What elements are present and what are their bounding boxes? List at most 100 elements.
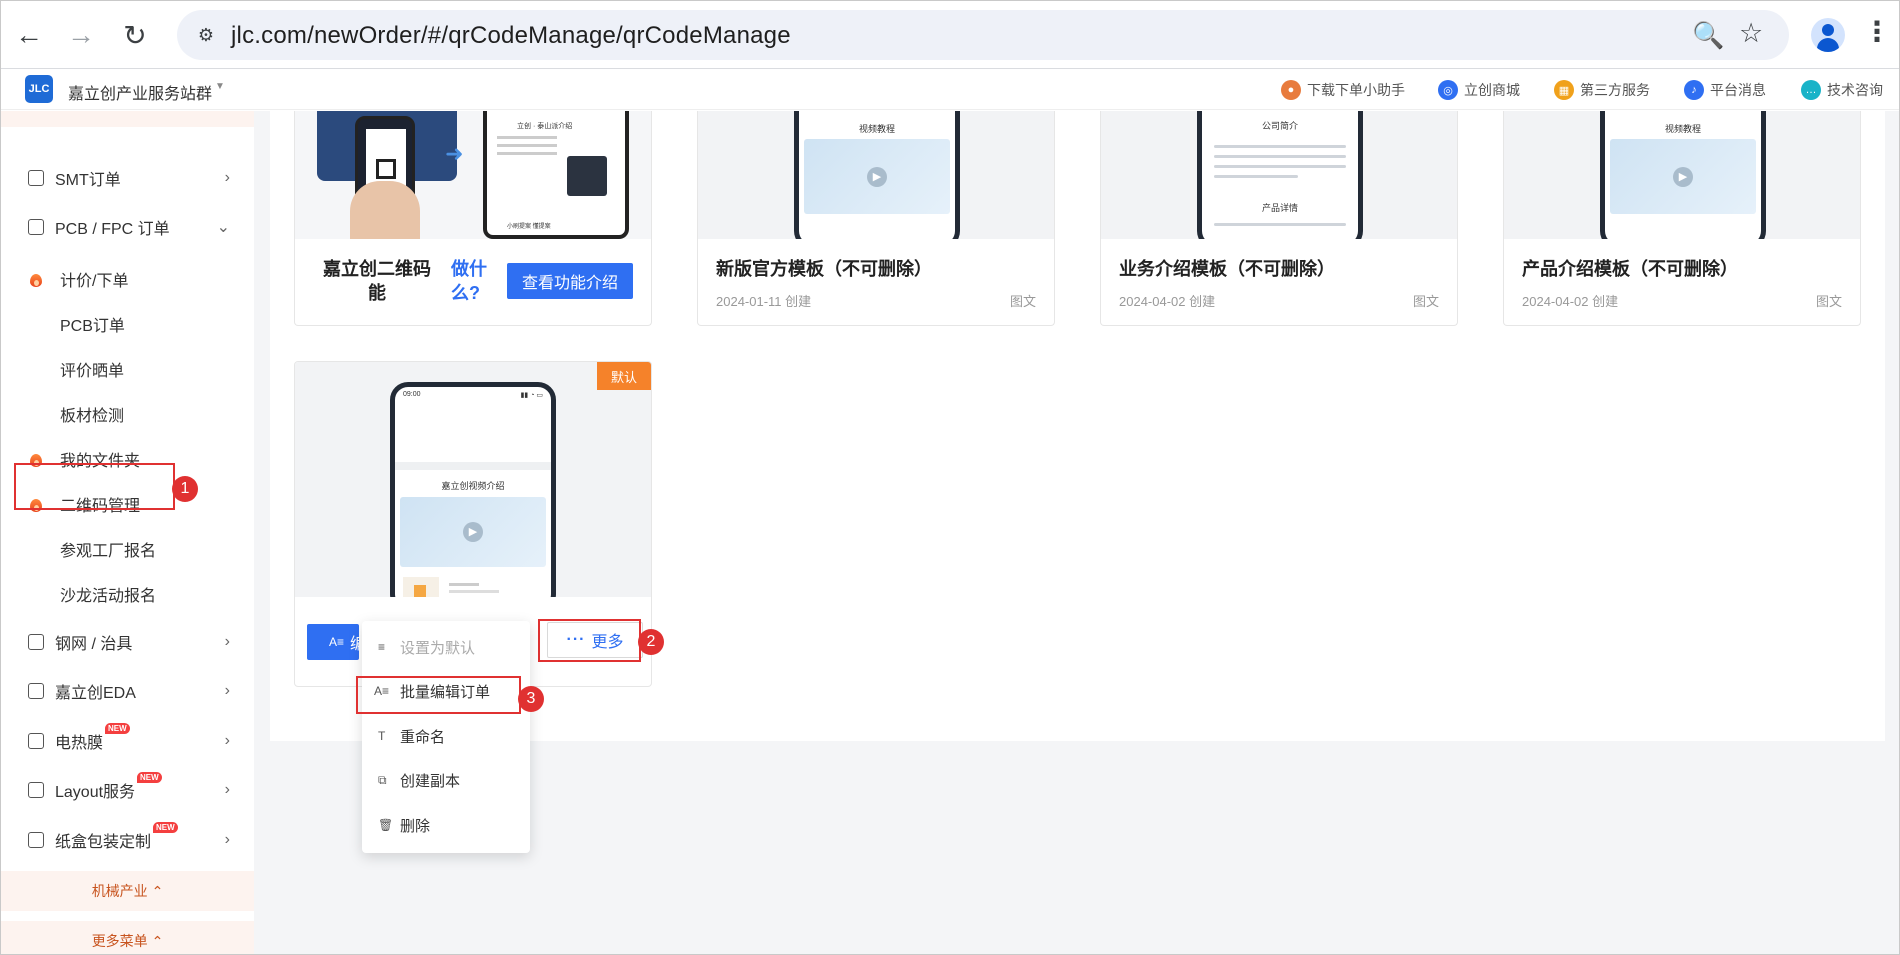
chevron-right-icon: ›: [224, 831, 230, 848]
template-date: 2024-01-11 创建: [716, 294, 812, 309]
sidebar-item-board-inspection[interactable]: 板材检测: [1, 394, 254, 434]
rename-icon: T: [378, 729, 386, 743]
site-settings-icon[interactable]: ⚙: [191, 20, 221, 50]
sidebar-item-heating-film[interactable]: 电热膜 NEW ›: [1, 721, 254, 761]
step-badge: 2: [638, 629, 664, 655]
brand-name[interactable]: 嘉立创产业服务站群: [68, 80, 212, 104]
third-party-link[interactable]: ▦ 第三方服务: [1554, 80, 1650, 100]
chevron-right-icon: ›: [224, 633, 230, 650]
jlc-logo[interactable]: JLC: [25, 75, 53, 103]
template-title: 新版官方模板（不可删除）: [716, 259, 932, 279]
template-type: 图文: [1009, 294, 1036, 309]
template-card[interactable]: 视频教程 新版官方模板（不可删除） 2024-01-11 创建 图文: [697, 111, 1055, 326]
sidebar-item-salon-signup[interactable]: 沙龙活动报名: [1, 574, 254, 614]
smt-icon: [28, 170, 44, 186]
heating-film-icon: [28, 733, 44, 749]
sidebar-item-stencil[interactable]: 钢网 / 治具 ›: [1, 622, 254, 662]
sidebar-item-pcb-orders[interactable]: PCB订单: [1, 304, 254, 344]
assistant-icon: ●: [1281, 80, 1301, 100]
template-type: 图文: [1815, 294, 1842, 309]
edit-button[interactable]: A≡ 编: [307, 624, 366, 660]
address-bar[interactable]: ⚙ jlc.com/newOrder/#/qrCodeManage/qrCode…: [177, 10, 1789, 60]
template-title: 产品介绍模板（不可删除）: [1522, 259, 1738, 279]
sidebar-item-layout[interactable]: Layout服务 NEW ›: [1, 770, 254, 810]
app-header: JLC 嘉立创产业服务站群 ▼ ● 下载下单小助手 ◎ 立创商城 ▦ 第三方服务…: [1, 70, 1899, 110]
menu-item-set-default[interactable]: ≡ 设置为默认: [362, 629, 530, 665]
copy-icon: ⧉: [378, 773, 387, 787]
fire-icon: [29, 271, 43, 287]
more-dropdown-menu: ≡ 设置为默认 A≡ 批量编辑订单 T 重命名 ⧉ 创建副本 🗑 删除: [362, 621, 530, 853]
edit-icon: A≡: [329, 635, 345, 649]
sidebar-item-smt[interactable]: SMT订单 ›: [1, 158, 254, 198]
zoom-icon[interactable]: 🔍: [1692, 20, 1724, 51]
chevron-down-icon[interactable]: ▼: [215, 81, 225, 92]
box-icon: [28, 832, 44, 848]
tech-support-link[interactable]: … 技术咨询: [1801, 80, 1883, 100]
sidebar-band-machinery[interactable]: 机械产业 ⌃: [1, 871, 254, 911]
template-thumbnail: 视频教程: [1504, 111, 1860, 239]
bell-icon: ♪: [1684, 80, 1704, 100]
template-card[interactable]: 视频教程 产品介绍模板（不可删除） 2024-04-02 创建 图文: [1503, 111, 1861, 326]
link-label: 第三方服务: [1580, 82, 1650, 98]
menu-item-delete[interactable]: 🗑 删除: [362, 807, 530, 843]
pcb-icon: [28, 219, 44, 235]
link-label: 立创商城: [1464, 82, 1520, 98]
template-card[interactable]: 公司简介 产品详情 业务介绍模板（不可删除） 2024-04-02 创建 图文: [1100, 111, 1458, 326]
promo-title: 嘉立创二维码能: [323, 259, 431, 303]
new-badge: NEW: [105, 723, 130, 734]
sidebar-item-quote-order[interactable]: 计价/下单: [1, 259, 254, 299]
layout-icon: [28, 782, 44, 798]
eda-icon: [28, 683, 44, 699]
template-type: 图文: [1412, 294, 1439, 309]
step-badge: 3: [518, 686, 544, 712]
grid-icon: ▦: [1554, 80, 1574, 100]
back-icon[interactable]: ←: [9, 15, 49, 55]
sidebar-band-more-menu[interactable]: 更多菜单 ⌃: [1, 921, 254, 954]
new-badge: NEW: [153, 822, 178, 833]
settings-icon: ≡: [378, 640, 386, 654]
new-badge: NEW: [137, 772, 162, 783]
chat-icon: …: [1801, 80, 1821, 100]
sidebar-item-reviews[interactable]: 评价晒单: [1, 349, 254, 389]
step-badge: 1: [172, 476, 198, 502]
link-label: 技术咨询: [1827, 82, 1883, 98]
promo-question: 做什么?: [451, 259, 487, 303]
forward-icon[interactable]: →: [61, 15, 101, 55]
sidebar-item-packaging[interactable]: 纸盒包装定制 NEW ›: [1, 820, 254, 860]
chevron-right-icon: ›: [224, 781, 230, 798]
sidebar-item-pcb-fpc[interactable]: PCB / FPC 订单 ⌄: [1, 207, 254, 247]
chevron-right-icon: ›: [224, 732, 230, 749]
stencil-icon: [28, 634, 44, 650]
sidebar: SMT订单 › PCB / FPC 订单 ⌄ 计价/下单 PCB订单 评价晒单 …: [1, 111, 254, 954]
trash-icon: 🗑: [378, 818, 394, 832]
browser-menu-icon[interactable]: ⋮: [1863, 15, 1891, 48]
bookmark-star-icon[interactable]: ☆: [1739, 18, 1763, 49]
chevron-right-icon: ›: [224, 682, 230, 699]
browser-window: ← → ↻ ⚙ jlc.com/newOrder/#/qrCodeManage/…: [0, 0, 1900, 955]
mall-icon: ◎: [1438, 80, 1458, 100]
menu-item-rename[interactable]: T 重命名: [362, 718, 530, 754]
highlight-box: [356, 676, 521, 714]
link-label: 平台消息: [1710, 82, 1766, 98]
reload-icon[interactable]: ↻: [115, 15, 155, 55]
platform-messages-link[interactable]: ♪ 平台消息: [1684, 80, 1766, 100]
menu-item-duplicate[interactable]: ⧉ 创建副本: [362, 762, 530, 798]
sidebar-item-factory-visit[interactable]: 参观工厂报名: [1, 529, 254, 569]
highlight-box: [14, 463, 175, 510]
promo-image: ➜ 立创 · 泰山派介绍 小刷提案 懂提案: [295, 111, 651, 239]
download-assistant-link[interactable]: ● 下载下单小助手: [1281, 80, 1405, 100]
promo-card: ➜ 立创 · 泰山派介绍 小刷提案 懂提案 嘉立创二维码能 做什么? 查看功能介…: [294, 111, 652, 326]
sidebar-item-eda[interactable]: 嘉立创EDA ›: [1, 671, 254, 711]
template-thumbnail: 公司简介 产品详情: [1101, 111, 1457, 239]
lcsc-mall-link[interactable]: ◎ 立创商城: [1438, 80, 1520, 100]
link-label: 下载下单小助手: [1307, 82, 1405, 98]
view-intro-button[interactable]: 查看功能介绍: [507, 263, 633, 299]
template-thumbnail: 09:00 ▮▮ ◔ ▭ 嘉立创视频介绍: [295, 362, 651, 597]
highlight-box: [538, 619, 641, 662]
template-title: 业务介绍模板（不可删除）: [1119, 259, 1335, 279]
browser-toolbar: ← → ↻ ⚙ jlc.com/newOrder/#/qrCodeManage/…: [1, 1, 1899, 69]
default-tag: 默认: [597, 362, 651, 390]
profile-avatar[interactable]: [1811, 18, 1845, 52]
chevron-down-icon: ⌄: [216, 219, 230, 236]
url-text[interactable]: jlc.com/newOrder/#/qrCodeManage/qrCodeMa…: [231, 22, 791, 50]
